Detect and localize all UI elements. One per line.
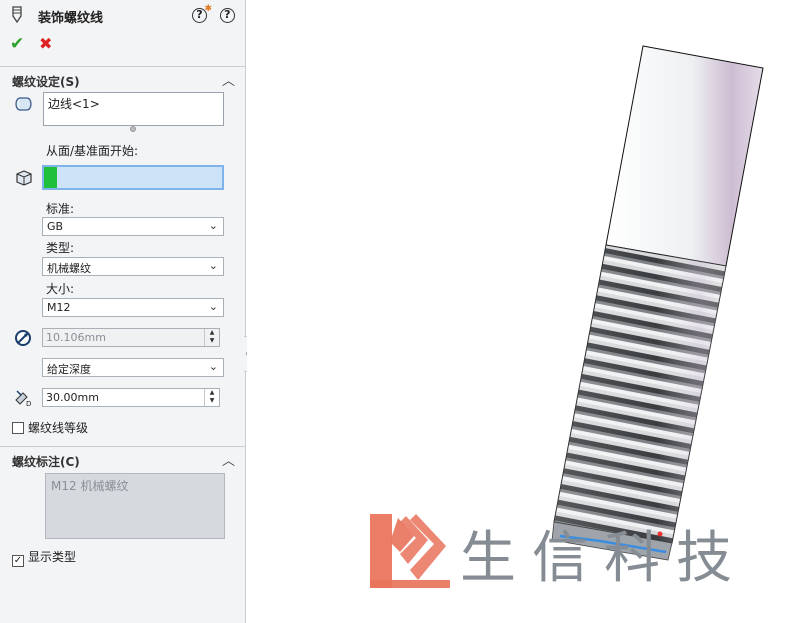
depth-spinbox[interactable]: 30.00mm ▲ ▼ xyxy=(42,388,220,407)
thread-settings-header[interactable]: 螺纹设定(S) ︿ xyxy=(0,66,246,90)
standard-dropdown[interactable]: GB ⌄ xyxy=(42,217,224,236)
depth-icon: D xyxy=(15,390,31,407)
watermark-logo-icon xyxy=(370,514,450,588)
thread-callout-textbox[interactable]: M12 机械螺纹 xyxy=(45,473,225,539)
standard-value: GB xyxy=(47,220,64,233)
depth-stepper[interactable]: ▲ ▼ xyxy=(204,389,219,406)
diameter-spinbox[interactable]: 10.106mm ▲ ▼ xyxy=(42,328,220,347)
chevron-up-icon[interactable]: ︿ xyxy=(222,70,235,89)
help-icon[interactable]: ? xyxy=(219,8,235,23)
thread-class-label: 螺纹线等级 xyxy=(28,421,89,435)
chevron-down-icon: ⌄ xyxy=(208,300,218,313)
close-icon[interactable]: ✖ xyxy=(39,34,52,53)
thread-settings-title: 螺纹设定(S) xyxy=(12,75,80,89)
size-dropdown[interactable]: M12 ⌄ xyxy=(42,298,224,317)
diameter-value: 10.106mm xyxy=(46,331,106,344)
checkmark-icon[interactable]: ✔ xyxy=(10,34,24,54)
chevron-down-icon: ⌄ xyxy=(208,219,218,232)
diameter-stepper[interactable]: ▲ ▼ xyxy=(204,329,219,346)
thread-callout-value: M12 机械螺纹 xyxy=(51,479,129,493)
size-label: 大小: xyxy=(46,282,75,296)
thread-callout-title: 螺纹标注(C) xyxy=(12,455,80,469)
chevron-down-icon: ⌄ xyxy=(208,259,218,272)
whats-new-icon[interactable]: ? ✱ xyxy=(192,4,212,23)
size-value: M12 xyxy=(47,301,71,314)
thread-class-checkbox-box[interactable] xyxy=(12,422,24,434)
help-icons: ? ✱ ? xyxy=(192,4,244,23)
graphics-viewport[interactable]: 生信科技 xyxy=(247,0,794,623)
end-condition-dropdown[interactable]: 给定深度 ⌄ xyxy=(42,358,224,377)
chevron-up-icon[interactable]: ︿ xyxy=(222,450,235,469)
show-type-checkbox-box[interactable]: ✓ xyxy=(12,555,24,567)
watermark-text: 生信科技 xyxy=(460,526,748,591)
edge-selection-box[interactable]: 边线<1> xyxy=(43,92,224,126)
face-plane-icon xyxy=(16,170,32,186)
type-dropdown[interactable]: 机械螺纹 ⌄ xyxy=(42,257,224,276)
active-selection-indicator xyxy=(44,167,57,188)
panel-title: 装饰螺纹线 xyxy=(38,11,104,26)
end-condition-value: 给定深度 xyxy=(47,363,91,376)
property-manager-panel: 装饰螺纹线 ? ✱ ? ✔ ✖ 螺纹设定(S) ︿ 边线<1> 从面/基准面开始:… xyxy=(0,0,246,623)
edge-cylinder-icon xyxy=(15,97,32,111)
type-label: 类型: xyxy=(46,241,75,255)
panel-titlebar: 装饰螺纹线 ? ✱ ? xyxy=(0,0,246,30)
show-type-label: 显示类型 xyxy=(28,550,77,564)
diameter-icon xyxy=(15,330,31,346)
thread-callout-header[interactable]: 螺纹标注(C) ︿ xyxy=(0,446,246,470)
bolt-shank xyxy=(605,45,764,267)
svg-text:D: D xyxy=(26,400,31,407)
chevron-down-icon: ⌄ xyxy=(208,360,218,373)
start-from-selection-box[interactable] xyxy=(42,165,224,190)
start-from-label: 从面/基准面开始: xyxy=(46,144,139,158)
type-value: 机械螺纹 xyxy=(47,262,91,275)
edge-selection-value: 边线<1> xyxy=(48,97,100,111)
resize-handle[interactable] xyxy=(130,126,136,132)
show-type-checkbox[interactable]: ✓ 显示类型 xyxy=(12,548,76,567)
standard-label: 标准: xyxy=(46,202,75,216)
thread-class-checkbox[interactable]: 螺纹线等级 xyxy=(12,419,88,436)
cosmetic-thread-icon xyxy=(12,6,22,24)
depth-value: 30.00mm xyxy=(46,391,99,404)
